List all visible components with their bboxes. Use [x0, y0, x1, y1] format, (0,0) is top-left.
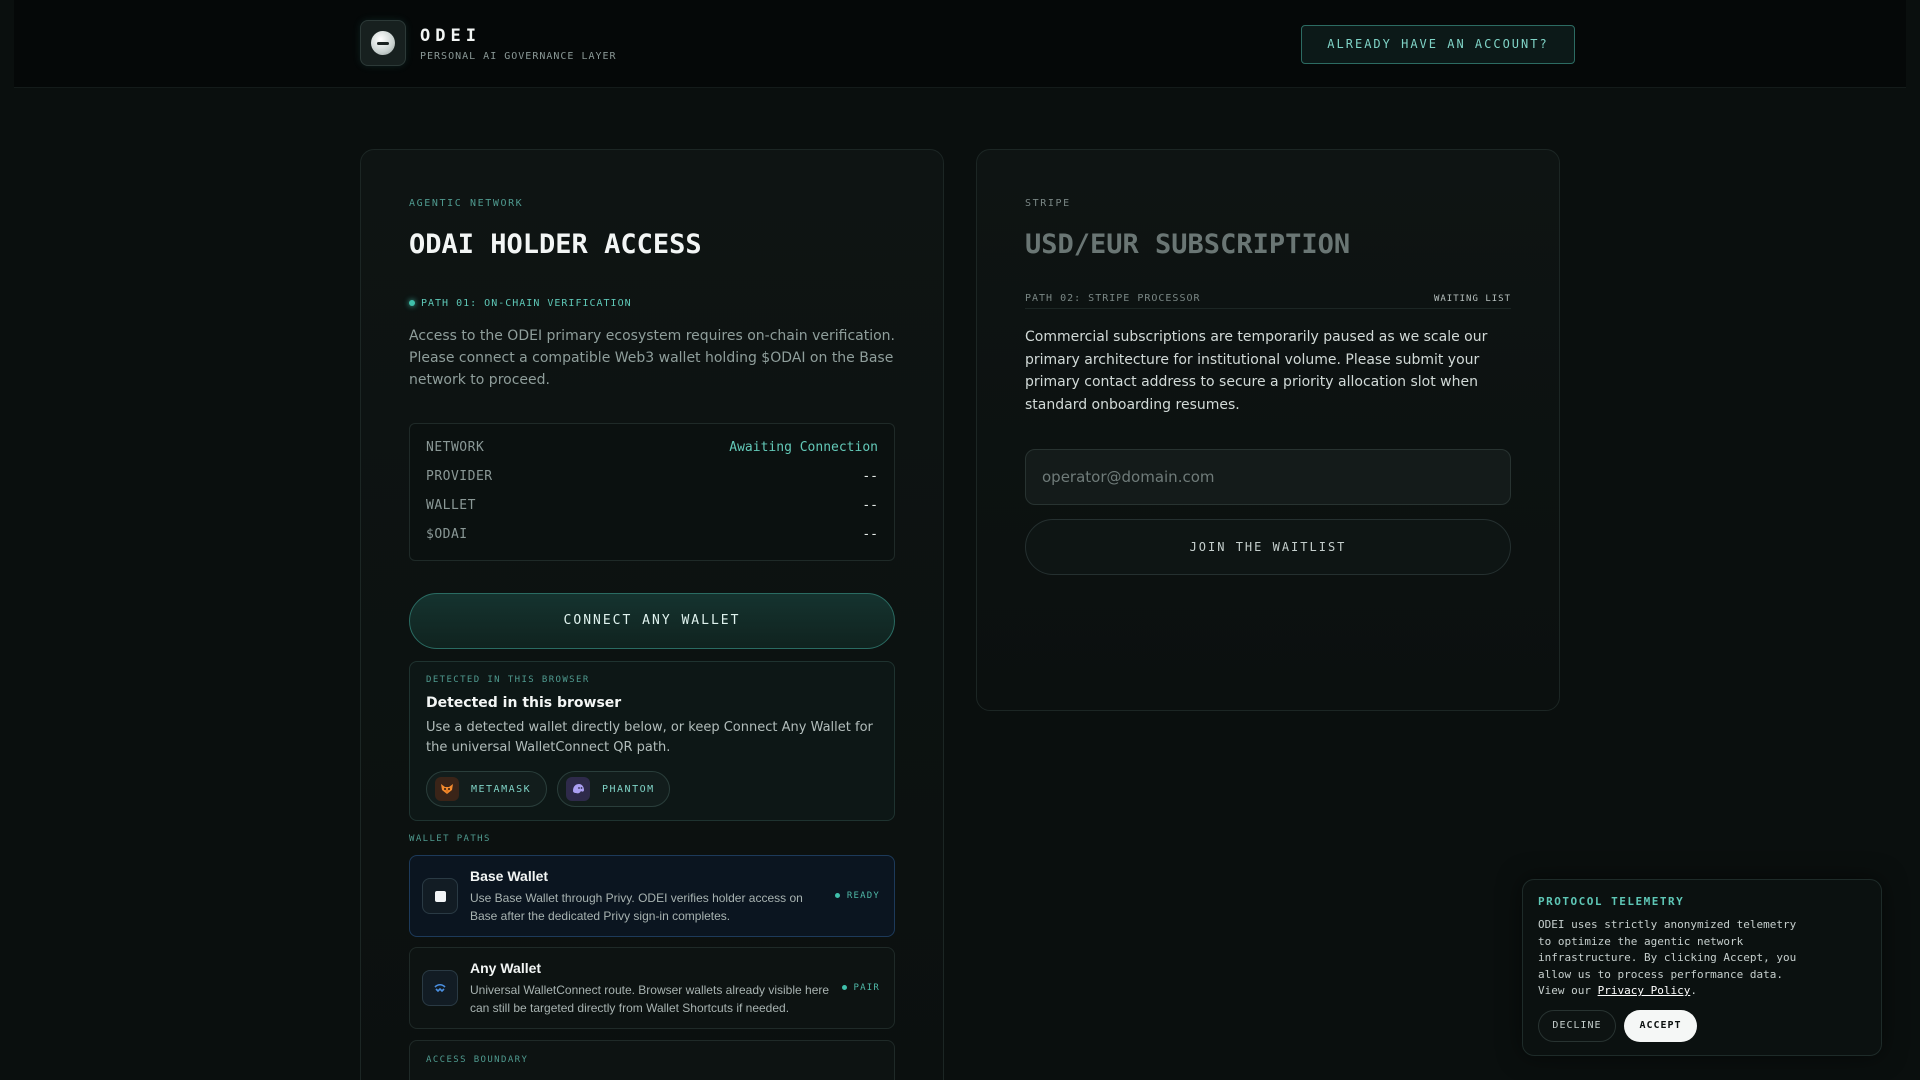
detected-text: Use a detected wallet directly below, or…	[426, 720, 873, 755]
card-eyebrow: STRIPE	[1025, 198, 1071, 209]
brand-name: ODEI	[420, 26, 481, 46]
accept-button[interactable]: ACCEPT	[1624, 1010, 1697, 1042]
any-wallet-option[interactable]: Any Wallet Universal WalletConnect route…	[409, 947, 895, 1029]
wallet-status: PAIR	[841, 983, 880, 993]
status-row-network: NETWORK Awaiting Connection	[426, 440, 878, 460]
path-row: PATH 02: STRIPE PROCESSOR WAITING LIST	[1025, 293, 1511, 309]
odei-logo[interactable]	[360, 20, 406, 66]
holder-access-card: AGENTIC NETWORK ODAI HOLDER ACCESS PATH …	[360, 149, 944, 1080]
join-waitlist-button[interactable]: JOIN THE WAITLIST	[1025, 519, 1511, 575]
card-title: ODAI HOLDER ACCESS	[409, 229, 702, 260]
wallet-status-text: PAIR	[853, 983, 880, 993]
status-dot-icon	[409, 300, 415, 306]
path-label: PATH 01: ON-CHAIN VERIFICATION	[409, 298, 632, 309]
status-row-provider: PROVIDER --	[426, 469, 878, 489]
telemetry-title: PROTOCOL TELEMETRY	[1538, 895, 1685, 908]
wallet-name: Any Wallet	[470, 960, 542, 976]
status-row-odai: $ODAI --	[426, 527, 878, 547]
path-label-text: PATH 01: ON-CHAIN VERIFICATION	[421, 298, 632, 309]
email-field[interactable]	[1025, 449, 1511, 505]
card-description: Commercial subscriptions are temporarily…	[1025, 329, 1488, 413]
phantom-chip[interactable]: PHANTOM	[557, 771, 670, 807]
path-label: PATH 02: STRIPE PROCESSOR	[1025, 293, 1201, 304]
wallet-status-text: READY	[846, 891, 880, 901]
card-description: Access to the ODEI primary ecosystem req…	[409, 328, 895, 388]
access-boundary-panel: ACCESS BOUNDARY	[409, 1040, 895, 1080]
telemetry-consent-popup: PROTOCOL TELEMETRY ODEI uses strictly an…	[1522, 879, 1882, 1056]
status-value: Awaiting Connection	[729, 440, 878, 455]
telemetry-period: .	[1690, 984, 1697, 997]
status-key: NETWORK	[426, 440, 485, 455]
metamask-chip[interactable]: METAMASK	[426, 771, 547, 807]
detected-title: Detected in this browser	[426, 695, 622, 711]
privacy-policy-link[interactable]: Privacy Policy	[1598, 984, 1691, 997]
status-key: PROVIDER	[426, 469, 493, 484]
wallet-status: READY	[834, 891, 880, 901]
wallet-paths-label: WALLET PATHS	[409, 834, 491, 844]
status-dot-icon	[841, 985, 847, 990]
card-title: USD/EUR SUBSCRIPTION	[1025, 229, 1351, 260]
phantom-ghost-icon	[566, 777, 590, 801]
already-have-account-button[interactable]: ALREADY HAVE AN ACCOUNT?	[1301, 25, 1575, 64]
wallet-description: Universal WalletConnect route. Browser w…	[470, 983, 830, 1015]
connection-status-panel: NETWORK Awaiting Connection PROVIDER -- …	[409, 423, 895, 561]
wallet-name: Base Wallet	[470, 868, 549, 884]
status-key: WALLET	[426, 498, 476, 513]
brand-tagline: PERSONAL AI GOVERNANCE LAYER	[420, 51, 617, 62]
card-eyebrow: AGENTIC NETWORK	[409, 198, 524, 209]
wallet-description: Use Base Wallet through Privy. ODEI veri…	[470, 891, 803, 923]
chip-label: PHANTOM	[602, 783, 655, 795]
status-dot-icon	[834, 893, 840, 898]
status-key: $ODAI	[426, 527, 468, 542]
metamask-fox-icon	[435, 777, 459, 801]
detected-wallets-panel: DETECTED IN THIS BROWSER Detected in thi…	[409, 661, 895, 821]
top-header: ODEI PERSONAL AI GOVERNANCE LAYER ALREAD…	[14, 0, 1906, 88]
detected-eyebrow: DETECTED IN THIS BROWSER	[426, 675, 590, 685]
decline-button[interactable]: DECLINE	[1538, 1010, 1616, 1042]
status-value: --	[862, 527, 878, 542]
telemetry-text: ODEI uses strictly anonymized telemetry …	[1538, 917, 1800, 1000]
subscription-card: STRIPE USD/EUR SUBSCRIPTION PATH 02: STR…	[976, 149, 1560, 711]
status-value: --	[862, 498, 878, 513]
walletconnect-icon	[422, 970, 458, 1006]
status-row-wallet: WALLET --	[426, 498, 878, 518]
connect-any-wallet-button[interactable]: CONNECT ANY WALLET	[409, 593, 895, 649]
logo-orb-icon	[371, 31, 395, 55]
boundary-eyebrow: ACCESS BOUNDARY	[426, 1055, 529, 1065]
waiting-list-badge: WAITING LIST	[1433, 294, 1511, 304]
status-value: --	[862, 469, 878, 484]
base-wallet-option[interactable]: Base Wallet Use Base Wallet through Priv…	[409, 855, 895, 937]
base-square-icon	[422, 878, 458, 914]
chip-label: METAMASK	[471, 783, 532, 795]
